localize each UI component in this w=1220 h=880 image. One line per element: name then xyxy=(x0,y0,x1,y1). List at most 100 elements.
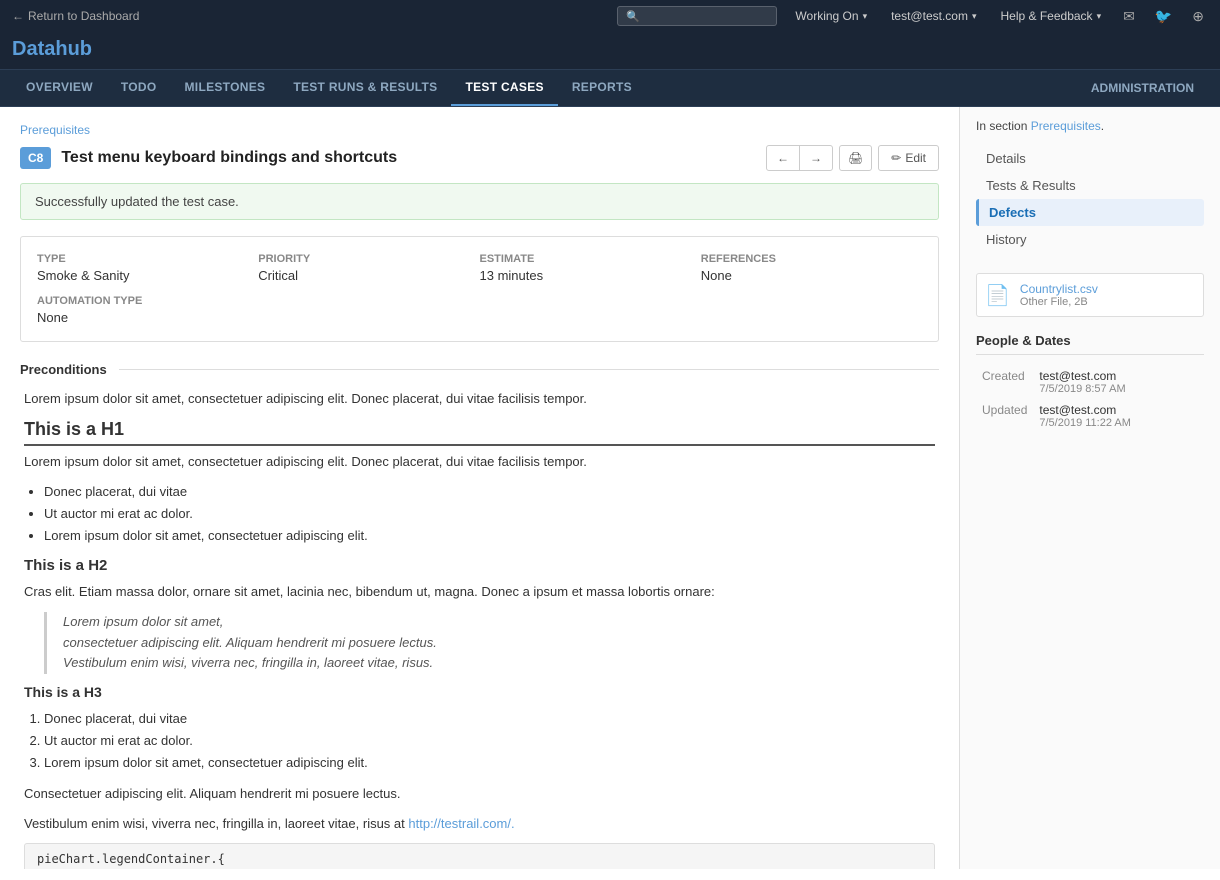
main-layout: Prerequisites C8 Test menu keyboard bind… xyxy=(0,107,1220,869)
people-dates-title: People & Dates xyxy=(976,333,1204,355)
updated-row: Updated test@test.com 7/5/2019 11:22 AM xyxy=(976,399,1204,433)
navbar: OVERVIEW TODO MILESTONES TEST RUNS & RES… xyxy=(0,70,1220,107)
prev-case-button[interactable]: ← xyxy=(767,146,800,170)
list-item: Donec placerat, dui vitae xyxy=(44,708,935,730)
search-icon: 🔍 xyxy=(626,10,640,23)
list-item: Lorem ipsum dolor sit amet, consectetuer… xyxy=(44,525,935,547)
precond-para1: Lorem ipsum dolor sit amet, consectetuer… xyxy=(24,389,935,409)
type-label: Type xyxy=(37,253,258,265)
help-feedback-button[interactable]: Help & Feedback ▾ xyxy=(995,7,1108,25)
case-header: C8 Test menu keyboard bindings and short… xyxy=(20,145,939,171)
precond-para5: Vestibulum enim wisi, viverra nec, fring… xyxy=(24,814,935,834)
user-label: test@test.com xyxy=(891,9,968,23)
working-on-label: Working On xyxy=(795,9,858,23)
precond-para3: Cras elit. Etiam massa dolor, ornare sit… xyxy=(24,582,935,602)
code-block: pieChart.legendContainer.{ xyxy=(24,843,935,869)
in-section-label: In section xyxy=(976,119,1027,133)
references-cell: References None xyxy=(701,253,922,283)
list-item: Ut auctor mi erat ac dolor. xyxy=(44,503,935,525)
estimate-cell: Estimate 13 minutes xyxy=(480,253,701,283)
search-box[interactable]: 🔍 xyxy=(617,6,777,26)
nav-arrows: ← → xyxy=(766,145,833,171)
file-attachment[interactable]: 📄 Countrylist.csv Other File, 2B xyxy=(976,273,1204,317)
sidebar-item-history[interactable]: History xyxy=(976,226,1204,253)
file-meta: Other File, 2B xyxy=(1020,296,1098,308)
section-divider xyxy=(119,369,939,370)
breadcrumb[interactable]: Prerequisites xyxy=(20,123,939,137)
references-value: None xyxy=(701,268,922,283)
mail-icon[interactable]: ✉ xyxy=(1119,6,1139,27)
success-message: Successfully updated the test case. xyxy=(20,183,939,220)
nav-todo[interactable]: TODO xyxy=(107,70,171,106)
edit-button[interactable]: ✏ Edit xyxy=(878,145,939,171)
file-name: Countrylist.csv xyxy=(1020,282,1098,296)
edit-label: Edit xyxy=(905,151,926,165)
file-icon: 📄 xyxy=(985,283,1010,308)
sidebar-item-details[interactable]: Details xyxy=(976,145,1204,172)
in-section-period: . xyxy=(1101,119,1104,133)
type-value: Smoke & Sanity xyxy=(37,268,258,283)
automation-label: Automation Type xyxy=(37,295,922,307)
preconditions-label: Preconditions xyxy=(20,362,119,377)
priority-value: Critical xyxy=(258,268,479,283)
precond-h2: This is a H2 xyxy=(24,557,935,574)
created-value: test@test.com 7/5/2019 8:57 AM xyxy=(1033,365,1204,399)
help-label: Help & Feedback xyxy=(1001,9,1093,23)
updated-value: test@test.com 7/5/2019 11:22 AM xyxy=(1033,399,1204,433)
list-item: Lorem ipsum dolor sit amet, consectetuer… xyxy=(44,752,935,774)
user-menu-button[interactable]: test@test.com ▾ xyxy=(885,7,982,25)
precond-para4: Consectetuer adipiscing elit. Aliquam he… xyxy=(24,784,935,804)
nav-milestones[interactable]: MILESTONES xyxy=(171,70,280,106)
edit-icon: ✏ xyxy=(891,151,901,165)
estimate-label: Estimate xyxy=(480,253,701,265)
updated-date: 7/5/2019 11:22 AM xyxy=(1039,417,1198,429)
nav-overview[interactable]: OVERVIEW xyxy=(12,70,107,106)
precond-blockquote: Lorem ipsum dolor sit amet, consectetuer… xyxy=(44,612,935,674)
sidebar: In section Prerequisites. Details Tests … xyxy=(960,107,1220,869)
back-to-dashboard-link[interactable]: ← Return to Dashboard xyxy=(12,9,139,23)
precond-h1: This is a H1 xyxy=(24,419,935,446)
in-section-text: In section Prerequisites. xyxy=(976,119,1204,133)
case-title: Test menu keyboard bindings and shortcut… xyxy=(61,149,756,167)
print-button[interactable]: 🖨 xyxy=(839,145,872,171)
list-item: Ut auctor mi erat ac dolor. xyxy=(44,730,935,752)
topbar: ← Return to Dashboard 🔍 Working On ▾ tes… xyxy=(0,0,1220,32)
precond-h3: This is a H3 xyxy=(24,684,935,700)
sidebar-item-tests-results[interactable]: Tests & Results xyxy=(976,172,1204,199)
working-on-button[interactable]: Working On ▾ xyxy=(789,7,873,25)
nav-reports[interactable]: REPORTS xyxy=(558,70,646,106)
para5-text: Vestibulum enim wisi, viverra nec, fring… xyxy=(24,816,408,831)
in-section-link[interactable]: Prerequisites xyxy=(1031,119,1101,133)
updated-label: Updated xyxy=(976,399,1033,433)
nav-administration[interactable]: ADMINISTRATION xyxy=(1077,71,1208,105)
created-row: Created test@test.com 7/5/2019 8:57 AM xyxy=(976,365,1204,399)
blockquote-line1: Lorem ipsum dolor sit amet, xyxy=(63,614,223,629)
details-row-2: Automation Type None xyxy=(37,295,922,325)
details-table: Type Smoke & Sanity Priority Critical Es… xyxy=(20,236,939,342)
blockquote-line2: consectetuer adipiscing elit. Aliquam he… xyxy=(63,635,437,650)
twitter-icon[interactable]: 🐦 xyxy=(1151,6,1176,27)
created-user: test@test.com xyxy=(1039,369,1198,383)
case-actions: ← → 🖨 ✏ Edit xyxy=(766,145,939,171)
rss-icon[interactable]: ⊕ xyxy=(1188,6,1208,27)
created-date: 7/5/2019 8:57 AM xyxy=(1039,383,1198,395)
automation-cell: Automation Type None xyxy=(37,295,922,325)
precond-bullet-list: Donec placerat, dui vitae Ut auctor mi e… xyxy=(44,481,935,547)
nav-test-runs[interactable]: TEST RUNS & RESULTS xyxy=(279,70,451,106)
list-item: Donec placerat, dui vitae xyxy=(44,481,935,503)
precond-para2: Lorem ipsum dolor sit amet, consectetuer… xyxy=(24,452,935,472)
brand-bar: Datahub xyxy=(0,32,1220,70)
priority-cell: Priority Critical xyxy=(258,253,479,283)
priority-label: Priority xyxy=(258,253,479,265)
blockquote-line3: Vestibulum enim wisi, viverra nec, fring… xyxy=(63,655,433,670)
chevron-down-icon: ▾ xyxy=(1097,11,1102,22)
testrail-link[interactable]: http://testrail.com/. xyxy=(408,816,514,831)
nav-test-cases[interactable]: TEST CASES xyxy=(451,70,557,106)
estimate-value: 13 minutes xyxy=(480,268,701,283)
updated-user: test@test.com xyxy=(1039,403,1198,417)
back-label: Return to Dashboard xyxy=(28,9,139,23)
sidebar-item-defects[interactable]: Defects xyxy=(976,199,1204,226)
automation-value: None xyxy=(37,310,922,325)
search-input[interactable] xyxy=(646,9,768,23)
next-case-button[interactable]: → xyxy=(800,146,832,170)
